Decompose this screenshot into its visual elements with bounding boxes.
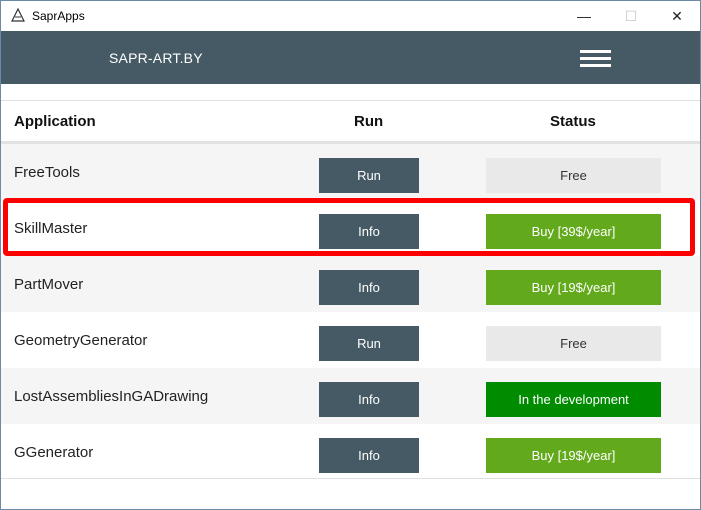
info-button[interactable]: Info xyxy=(319,438,419,473)
menu-icon-line xyxy=(580,50,611,53)
app-window: SaprApps — ☐ ✕ SAPR-ART.BY Application R… xyxy=(0,0,701,510)
brand-link[interactable]: SAPR-ART.BY xyxy=(109,50,203,66)
table-row: FreeTools Run Free xyxy=(1,144,700,200)
title-bar[interactable]: SaprApps — ☐ ✕ xyxy=(1,1,700,31)
status-badge[interactable]: Free xyxy=(486,158,661,193)
app-header: SAPR-ART.BY xyxy=(1,31,700,84)
app-logo-icon xyxy=(11,8,25,22)
app-name: SkillMaster xyxy=(14,220,88,237)
column-header-application: Application xyxy=(14,113,96,130)
menu-icon-line xyxy=(580,57,611,60)
run-button[interactable]: Run xyxy=(319,158,419,193)
app-name: GGenerator xyxy=(14,444,94,461)
buy-button[interactable]: Buy [39$/year] xyxy=(486,214,661,249)
menu-icon-line xyxy=(580,64,611,67)
window-title: SaprApps xyxy=(32,9,85,23)
buy-button[interactable]: Buy [19$/year] xyxy=(486,270,661,305)
close-button[interactable]: ✕ xyxy=(654,1,700,31)
run-button[interactable]: Run xyxy=(319,326,419,361)
table-bottom-border xyxy=(1,478,700,479)
applications-table: Application Run Status FreeTools Run Fre… xyxy=(1,100,700,480)
table-row: SkillMaster Info Buy [39$/year] xyxy=(1,200,700,256)
status-badge[interactable]: In the development xyxy=(486,382,661,417)
minimize-button[interactable]: — xyxy=(561,1,607,31)
app-name: LostAssembliesInGADrawing xyxy=(14,388,209,405)
maximize-button[interactable]: ☐ xyxy=(608,1,654,31)
app-name: PartMover xyxy=(14,276,84,293)
status-badge[interactable]: Free xyxy=(486,326,661,361)
buy-button[interactable]: Buy [19$/year] xyxy=(486,438,661,473)
table-header: Application Run Status xyxy=(1,101,700,144)
info-button[interactable]: Info xyxy=(319,382,419,417)
table-row: GGenerator Info Buy [19$/year] xyxy=(1,424,700,480)
info-button[interactable]: Info xyxy=(319,270,419,305)
table-row: GeometryGenerator Run Free xyxy=(1,312,700,368)
info-button[interactable]: Info xyxy=(319,214,419,249)
table-row: LostAssembliesInGADrawing Info In the de… xyxy=(1,368,700,424)
table-row: PartMover Info Buy [19$/year] xyxy=(1,256,700,312)
column-header-run: Run xyxy=(354,113,384,130)
app-name: GeometryGenerator xyxy=(14,332,148,349)
column-header-status: Status xyxy=(550,113,596,130)
app-name: FreeTools xyxy=(14,164,80,181)
menu-icon[interactable] xyxy=(580,50,611,68)
